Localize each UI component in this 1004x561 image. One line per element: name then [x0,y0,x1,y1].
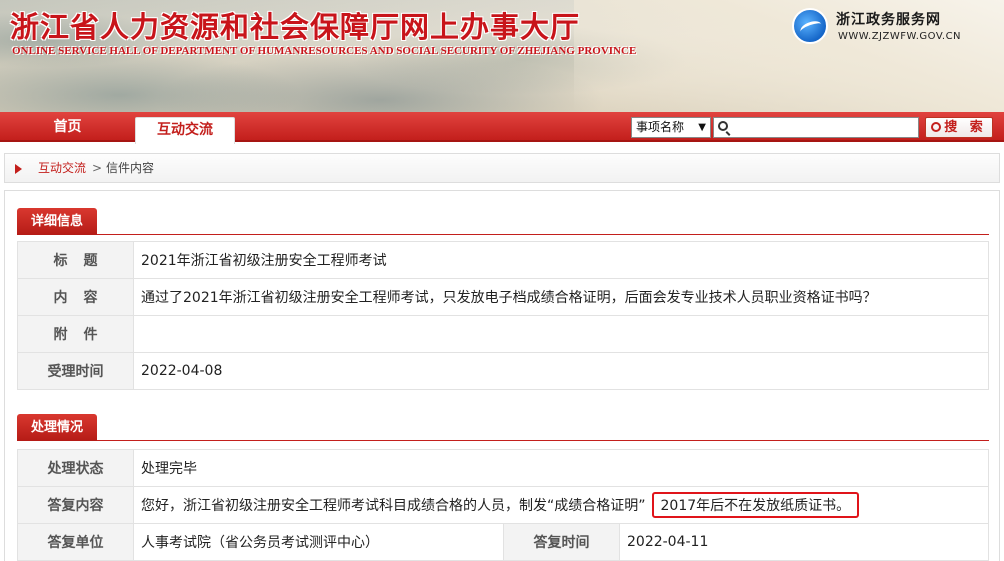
portal-link[interactable]: 浙江政务服务网 WWW.ZJZWFW.GOV.CN [792,6,992,46]
table-row: 标题 2021年浙江省初级注册安全工程师考试 [17,241,989,279]
breadcrumb-interact[interactable]: 互动交流 [38,154,86,182]
table-row: 附件 [17,315,989,353]
field-key-reply: 答复内容 [17,486,134,524]
breadcrumb-separator: > [92,161,103,175]
nav-tab-interact[interactable]: 互动交流 [135,117,235,144]
field-key-received-time: 受理时间 [17,352,134,390]
site-title: 浙江省人力资源和社会保障厅网上办事大厅 [10,10,581,44]
field-value-reply: 您好，浙江省初级注册安全工程师考试科目成绩合格的人员，制发“成绩合格证明” 201… [133,486,989,524]
reply-text: 您好，浙江省初级注册安全工程师考试科目成绩合格的人员，制发“成绩合格证明” [141,498,646,514]
field-value-title: 2021年浙江省初级注册安全工程师考试 [133,241,989,279]
field-key-title: 标题 [17,241,134,279]
portal-logo-icon [792,8,828,44]
field-key-reply-time: 答复时间 [503,523,620,561]
portal-url: WWW.ZJZWFW.GOV.CN [838,31,962,42]
process-table: 处理状态 处理完毕 答复内容 您好，浙江省初级注册安全工程师考试科目成绩合格的人… [17,449,989,561]
nav-tab-home[interactable]: 首页 [0,112,135,142]
site-subtitle: ONLINE SERVICE HALL OF DEPARTMENT OF HUM… [12,45,637,57]
search-field[interactable] [713,117,919,138]
table-row: 处理状态 处理完毕 [17,449,989,487]
field-value-status: 处理完毕 [133,449,989,487]
field-key-attachment: 附件 [17,315,134,353]
field-value-content: 通过了2021年浙江省初级注册安全工程师考试，只发放电子档成绩合格证明，后面会发… [133,278,989,316]
search-button[interactable]: 搜 索 [925,117,993,138]
table-row: 答复内容 您好，浙江省初级注册安全工程师考试科目成绩合格的人员，制发“成绩合格证… [17,486,989,524]
table-row: 答复单位 人事考试院（省公务员考试测评中心） 答复时间 2022-04-11 [17,523,989,561]
search-input[interactable] [732,119,916,136]
search-type-label: 事项名称 [636,120,685,134]
field-value-received-time: 2022-04-08 [133,352,989,390]
field-value-reply-time: 2022-04-11 [619,523,989,561]
detail-table: 标题 2021年浙江省初级注册安全工程师考试 内容 通过了2021年浙江省初级注… [17,241,989,390]
process-heading: 处理情况 [17,414,98,441]
main-nav: 首页 互动交流 事项名称 ▼ 搜 索 [0,112,1004,144]
chevron-down-icon: ▼ [698,122,706,133]
process-section-header: 处理情况 [17,413,989,441]
table-row: 受理时间 2022-04-08 [17,352,989,390]
detail-heading: 详细信息 [17,208,98,235]
breadcrumb-current: 信件内容 [106,161,155,175]
field-key-reply-unit: 答复单位 [17,523,134,561]
reply-highlight: 2017年后不在发放纸质证书。 [651,492,860,518]
search-button-label: 搜 索 [944,120,987,135]
field-value-attachment [133,315,989,353]
search-button-icon [931,122,942,132]
arrow-right-icon [15,164,22,174]
content-panel: 详细信息 标题 2021年浙江省初级注册安全工程师考试 内容 通过了2021年浙… [4,190,1000,561]
search-icon [718,121,728,131]
field-key-status: 处理状态 [17,449,134,487]
detail-section-header: 详细信息 [17,207,989,235]
field-key-content: 内容 [17,278,134,316]
breadcrumb: 互动交流 > 信件内容 [4,153,1000,183]
field-value-reply-unit: 人事考试院（省公务员考试测评中心） [133,523,504,561]
site-header: 浙江省人力资源和社会保障厅网上办事大厅 ONLINE SERVICE HALL … [0,0,1004,112]
search-type-select[interactable]: 事项名称 ▼ [631,117,711,138]
portal-name: 浙江政务服务网 [836,12,941,28]
table-row: 内容 通过了2021年浙江省初级注册安全工程师考试，只发放电子档成绩合格证明，后… [17,278,989,316]
